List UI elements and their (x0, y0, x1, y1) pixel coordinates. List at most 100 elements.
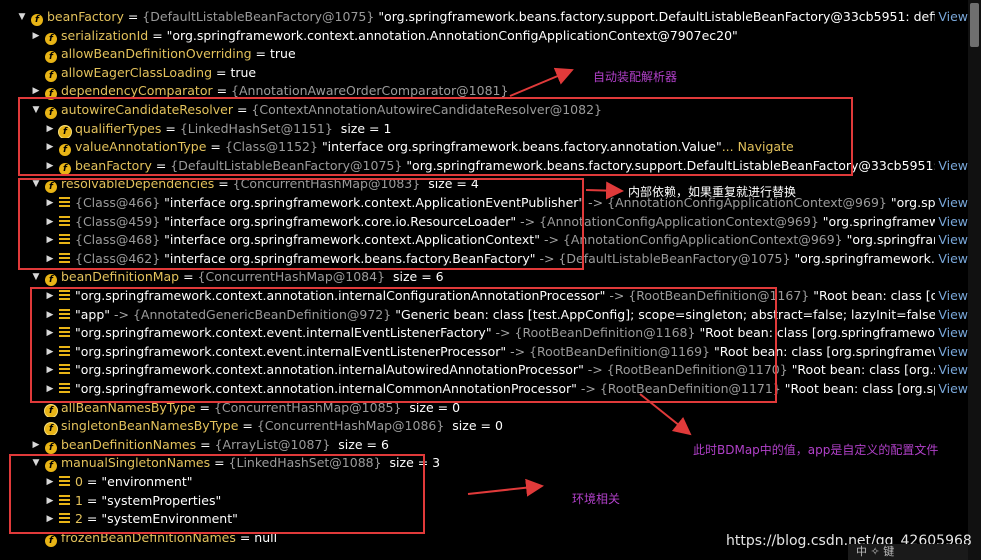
tree-row[interactable]: f singletonBeanNamesByType = {ConcurrentH… (30, 417, 968, 436)
field-icon: f (45, 274, 57, 287)
view-link[interactable]: View (935, 156, 968, 175)
field-icon: f (45, 88, 57, 101)
tree-row[interactable]: ▼ f autowireCandidateResolver = {ContextAn… (30, 101, 968, 119)
equals-sign: = (196, 436, 215, 452)
view-link[interactable]: View (935, 212, 968, 231)
collapsed-caret-icon[interactable]: ▶ (44, 157, 56, 175)
expanded-caret-icon[interactable]: ▼ (30, 101, 42, 119)
vertical-scrollbar[interactable] (968, 0, 981, 560)
value-type: {RootBeanDefinition@1168} (514, 325, 696, 341)
collapsed-caret-icon[interactable]: ▶ (44, 380, 56, 398)
expanded-caret-icon[interactable]: ▼ (16, 8, 28, 26)
tree-row[interactable]: ▶ f valueAnnotationType = {Class@1152} "int… (44, 138, 968, 157)
collapsed-caret-icon[interactable]: ▶ (44, 492, 56, 510)
view-link[interactable]: View (935, 342, 968, 361)
value-type: {AnnotatedGenericBeanDefinition@972} (132, 306, 392, 322)
equals-sign: = (82, 511, 102, 527)
tree-row[interactable]: ▶ "org.springframework.context.event.inte… (44, 342, 968, 361)
collapsed-caret-icon[interactable]: ▶ (44, 324, 56, 342)
view-link[interactable]: View (935, 231, 968, 250)
collapsed-caret-icon[interactable]: ▶ (44, 194, 56, 212)
view-link[interactable]: View (935, 380, 968, 398)
expanded-caret-icon[interactable]: ▼ (30, 268, 42, 286)
tree-row[interactable]: ▼ f resolvableDependencies = {ConcurrentHa… (30, 175, 968, 194)
collapsed-caret-icon[interactable]: ▶ (44, 231, 56, 249)
view-link[interactable]: View (935, 194, 968, 212)
map-arrow: -> (584, 195, 608, 210)
equals-sign: = (82, 492, 102, 508)
collapsed-caret-icon[interactable]: ▶ (44, 343, 56, 361)
expanded-caret-icon[interactable]: ▼ (30, 175, 42, 193)
collapsed-caret-icon[interactable]: ▶ (44, 306, 56, 324)
tree-row[interactable]: ▶ f qualifierTypes = {LinkedHashSet@1151} … (44, 120, 968, 138)
collapsed-caret-icon[interactable]: ▶ (44, 138, 56, 156)
view-link[interactable]: View (935, 324, 968, 343)
tree-row[interactable]: ▶ "org.springframework.context.annotation… (44, 380, 968, 398)
tree-row[interactable]: ▶ "org.springframework.context.event.inte… (44, 324, 968, 343)
collapsed-caret-icon[interactable]: ▶ (44, 213, 56, 231)
tree-row[interactable]: ▶ 0 = "environment" (44, 473, 968, 491)
map-entry-icon (59, 290, 70, 301)
tree-row[interactable]: ▼ f beanFactory = {DefaultListableBeanFact… (16, 8, 968, 26)
collapsed-caret-icon[interactable]: ▶ (30, 27, 42, 45)
tree-row[interactable]: ▶ {Class@459} "interface org.springframewo… (44, 212, 968, 231)
tree-row[interactable]: ▼ f beanDefinitionMap = {ConcurrentHashMap… (30, 268, 968, 287)
string-value: "org.springframework.context.event.inter… (75, 343, 507, 359)
tree-row[interactable]: ▶ 1 = "systemProperties" (44, 492, 968, 510)
equals-sign: = (212, 83, 232, 99)
size-text: size = 6 (389, 269, 444, 285)
collapsed-caret-icon[interactable]: ▶ (44, 473, 56, 491)
annotation-autowire: 自动装配解析器 (593, 70, 678, 84)
view-link[interactable]: View (935, 8, 968, 26)
collapsed-caret-icon[interactable]: ▶ (44, 120, 56, 138)
collapsed-caret-icon[interactable]: ▶ (44, 250, 56, 268)
tree-row[interactable]: f allowEagerClassLoading = true (30, 64, 968, 82)
navigate-link[interactable]: ... Navigate (722, 139, 794, 154)
string-value: "org.springframework.context.annotation.… (75, 288, 606, 303)
tree-row[interactable]: ▶ {Class@462} "interface org.springframewo… (44, 249, 968, 268)
map-entry-icon (59, 308, 70, 320)
string-value: "org.springframework.context.annotation.… (166, 27, 738, 43)
tree-row[interactable]: ▶ 2 = "systemEnvironment" (44, 510, 968, 528)
map-arrow: -> (539, 232, 563, 248)
field-icon: f (59, 162, 71, 175)
tree-row[interactable]: f allBeanNamesByType = {ConcurrentHashMap… (30, 399, 968, 417)
view-link[interactable]: View (935, 361, 968, 380)
field-name: allBeanNamesByType (61, 399, 196, 415)
view-link[interactable]: View (935, 287, 968, 305)
view-link[interactable]: View (935, 249, 968, 268)
tree-row[interactable]: ▶ f serializationId = "org.springframework… (30, 27, 968, 45)
object-type: {LinkedHashSet@1088} (228, 455, 382, 471)
field-name: autowireCandidateResolver (61, 102, 233, 117)
value-type: {RootBeanDefinition@1167} (628, 288, 810, 303)
collapsed-caret-icon[interactable]: ▶ (30, 436, 42, 454)
collapsed-caret-icon[interactable]: ▶ (44, 361, 56, 379)
field-icon: f (59, 144, 71, 157)
field-name: 0 (75, 474, 83, 489)
tree-row[interactable]: ▶ {Class@468} "interface org.springframewo… (44, 231, 968, 250)
expanded-caret-icon[interactable]: ▼ (30, 454, 42, 472)
collapsed-caret-icon[interactable]: ▶ (44, 287, 56, 305)
tree-row[interactable]: f allowBeanDefinitionOverriding = true (30, 45, 968, 64)
string-value: "systemEnvironment" (101, 511, 238, 527)
string-value: "interface org.springframework.beans.fac… (321, 139, 722, 155)
tree-row[interactable]: ▶ "org.springframework.context.annotation… (44, 287, 968, 305)
tree-row[interactable]: ▶ {Class@466} "interface org.springframewo… (44, 194, 968, 212)
value-string: "Root bean: class [org.springframework.c… (713, 343, 968, 359)
tree-row[interactable]: ▶ f dependencyComparator = {AnnotationAwar… (30, 82, 968, 101)
field-name: beanFactory (75, 157, 152, 173)
tree-row[interactable]: ▶ "app" -> {AnnotatedGenericBeanDefinitio… (44, 305, 968, 324)
equals-sign: = (251, 46, 270, 62)
collapsed-caret-icon[interactable]: ▶ (44, 510, 56, 528)
object-type: {ConcurrentHashMap@1086} (256, 418, 445, 434)
equals-sign: = (212, 64, 231, 80)
size-text: size = 6 (334, 436, 389, 452)
tree-row[interactable]: ▶ f beanFactory = {DefaultListableBeanFact… (44, 156, 968, 175)
view-link[interactable]: View (935, 305, 968, 324)
map-entry-icon (59, 197, 70, 208)
field-name: dependencyComparator (61, 83, 213, 99)
scrollbar-thumb[interactable] (970, 3, 979, 47)
tree-row[interactable]: ▶ "org.springframework.context.annotation… (44, 361, 968, 380)
collapsed-caret-icon[interactable]: ▶ (30, 82, 42, 100)
field-icon: f (45, 69, 57, 82)
